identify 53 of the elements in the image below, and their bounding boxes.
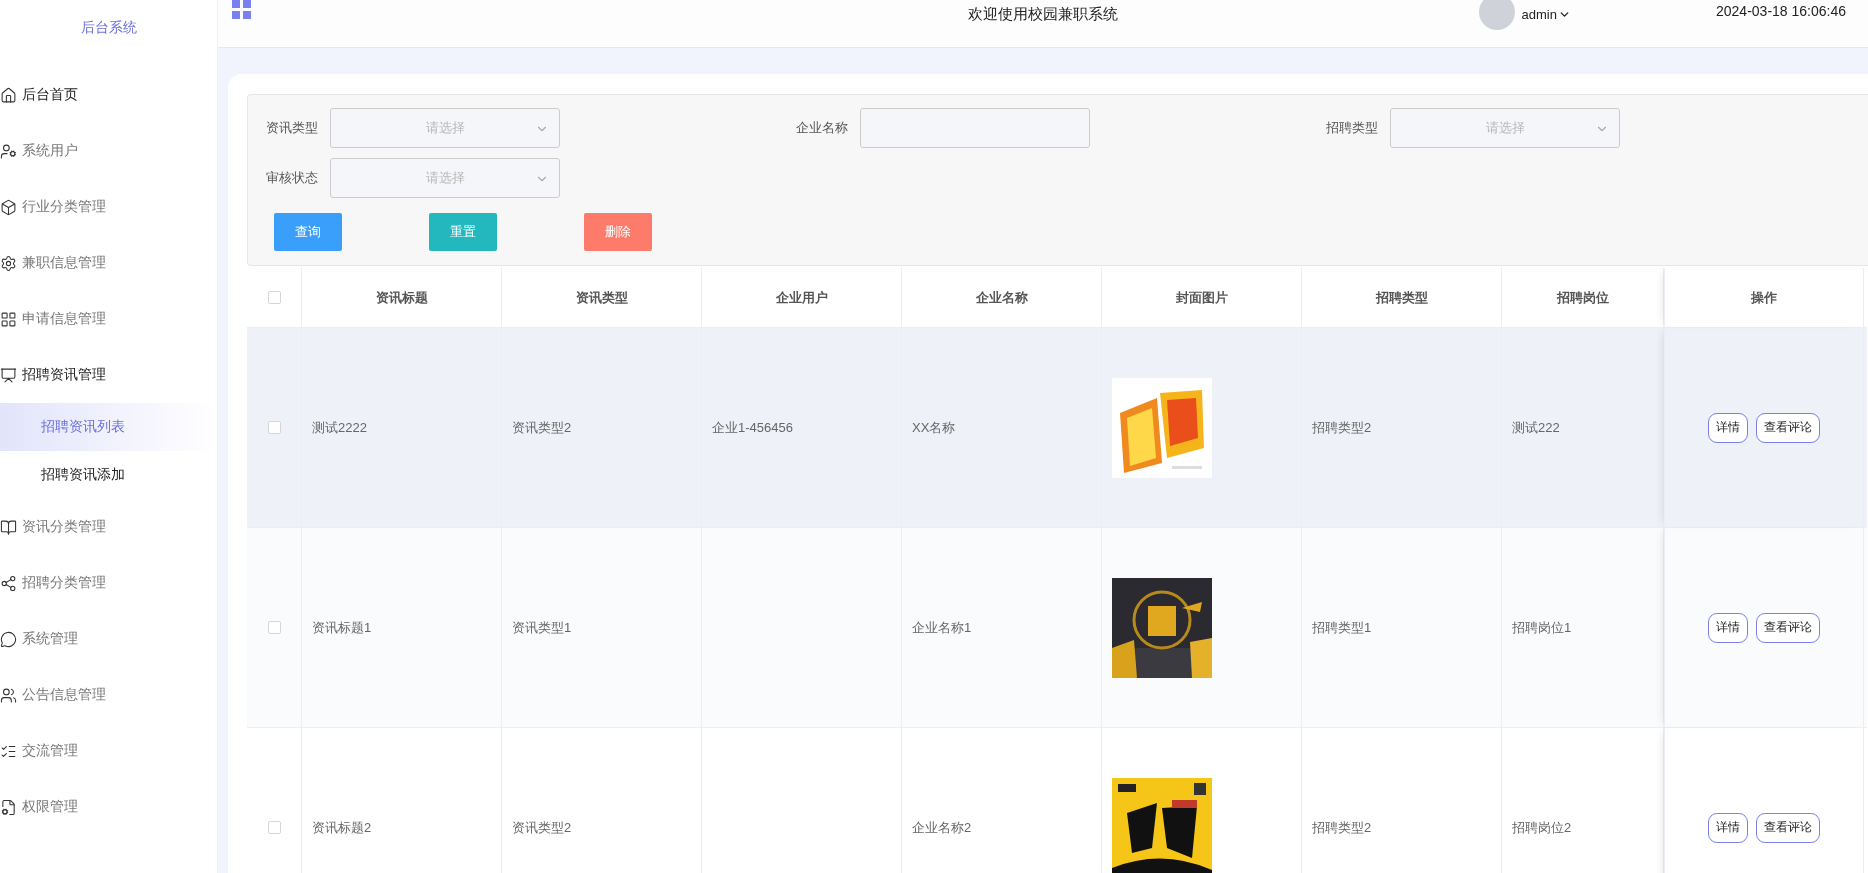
sidebar-item[interactable]: 交流管理 <box>0 723 217 779</box>
table-cell: 企业1-456456 <box>712 418 793 437</box>
sidebar-item[interactable]: 招聘分类管理 <box>0 555 217 611</box>
row-button[interactable]: 查看评论 <box>1756 412 1820 443</box>
sidebar-item[interactable]: 招聘资讯管理 <box>0 347 217 403</box>
row-button[interactable]: 查看评论 <box>1756 812 1820 843</box>
table-cell: 资讯类型2 <box>512 418 572 437</box>
field-label: 审核状态 <box>266 169 318 187</box>
row-button[interactable]: 详情 <box>1708 612 1748 643</box>
column-header: 资讯类型 <box>502 268 702 327</box>
row-button[interactable]: 查看评论 <box>1756 612 1820 643</box>
table-cell: 测试222 <box>1512 418 1560 437</box>
table-cell: 资讯类型1 <box>512 618 572 637</box>
sidebar-item[interactable]: 系统用户 <box>0 123 217 179</box>
column-header: 封面图片 <box>1102 268 1302 327</box>
table-cell: 招聘类型2 <box>1312 818 1372 837</box>
table-cell: 测试2222 <box>312 418 367 437</box>
action-button[interactable]: 删除 <box>584 213 652 251</box>
table-cell: 招聘类型2 <box>1312 418 1372 437</box>
table-cell: 资讯标题2 <box>312 818 372 837</box>
sidebar-item[interactable]: 申请信息管理 <box>0 291 217 347</box>
datetime: 2024-03-18 16:06:46 <box>1716 3 1846 19</box>
row-button[interactable]: 详情 <box>1708 412 1748 443</box>
table-cell: 企业名称1 <box>912 618 972 637</box>
column-header: 企业用户 <box>702 268 902 327</box>
column-header: 招聘岗位 <box>1502 268 1664 327</box>
field-label: 资讯类型 <box>266 119 318 137</box>
column-header: 资讯标题 <box>302 268 502 327</box>
sidebar-item[interactable]: 权限管理 <box>0 779 217 835</box>
column-header: 操作 <box>1664 268 1864 327</box>
sidebar-item[interactable]: 后台首页 <box>0 67 217 123</box>
sidebar-item[interactable]: 资讯分类管理 <box>0 499 217 555</box>
table-cell: 招聘岗位1 <box>1512 618 1572 637</box>
sidebar-item[interactable]: 公告信息管理 <box>0 667 217 723</box>
table-cell: 资讯类型2 <box>512 818 572 837</box>
user-menu[interactable]: admin <box>1521 7 1571 22</box>
page-title: 欢迎使用校园兼职系统 <box>968 5 1118 24</box>
sidebar-item[interactable]: 行业分类管理 <box>0 179 217 235</box>
action-button[interactable]: 查询 <box>274 213 342 251</box>
table-cell: 企业名称2 <box>912 818 972 837</box>
sidebar-item[interactable]: 兼职信息管理 <box>0 235 217 291</box>
field-label: 企业名称 <box>796 119 848 137</box>
brand-title: 后台系统 <box>80 19 137 37</box>
table-cell: 招聘岗位2 <box>1512 818 1572 837</box>
column-header: 企业名称 <box>902 268 1102 327</box>
table-cell: 资讯标题1 <box>312 618 372 637</box>
field-label: 招聘类型 <box>1326 119 1378 137</box>
sidebar-subitem[interactable]: 招聘资讯添加 <box>0 451 217 499</box>
table-cell: 招聘类型1 <box>1312 618 1372 637</box>
table-cell: XX名称 <box>912 418 956 437</box>
column-header: 招聘类型 <box>1302 268 1502 327</box>
row-button[interactable]: 详情 <box>1708 812 1748 843</box>
sidebar-item[interactable]: 系统管理 <box>0 611 217 667</box>
